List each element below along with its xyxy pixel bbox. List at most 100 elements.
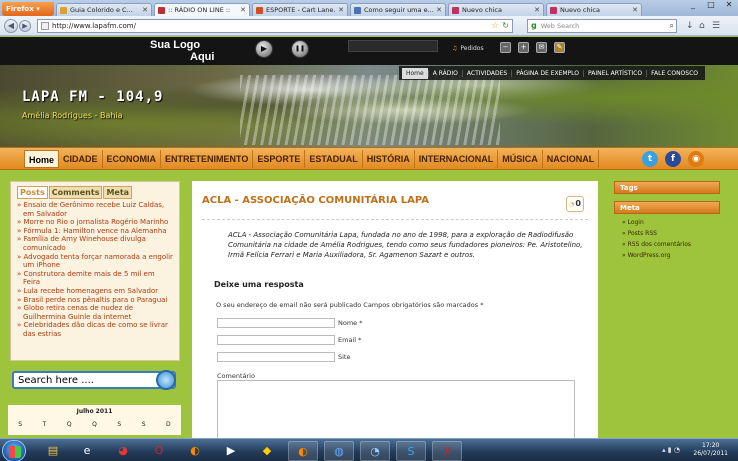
top-menu-item[interactable]: Home bbox=[402, 67, 428, 79]
tab-close-icon[interactable]: ✕ bbox=[142, 6, 148, 14]
main-menu-item[interactable]: ENTRETENIMENTO bbox=[161, 150, 254, 168]
top-menu-item[interactable]: FALE CONOSCO bbox=[646, 69, 702, 77]
facebook-icon[interactable]: f bbox=[665, 151, 681, 167]
meta-link[interactable]: » Login bbox=[622, 217, 712, 228]
main-menu-item[interactable]: INTERNACIONAL bbox=[415, 150, 499, 168]
sidebar-tab[interactable]: Meta bbox=[103, 186, 133, 199]
main-menu-item[interactable]: Home bbox=[24, 150, 60, 168]
recent-post-link[interactable]: Globo retira cenas de nudez de Guilhermi… bbox=[17, 304, 173, 321]
maximize-icon[interactable]: □ bbox=[702, 0, 720, 12]
rss-icon[interactable]: ◉ bbox=[688, 151, 704, 167]
explorer-taskbar-icon[interactable]: ▤ bbox=[38, 441, 68, 461]
tab-close-icon[interactable]: ✕ bbox=[534, 6, 540, 14]
search-engine-icon[interactable]: g bbox=[531, 21, 537, 30]
tab-close-icon[interactable]: ✕ bbox=[632, 6, 638, 14]
recent-post-link[interactable]: Brasil perde nos pênaltis para o Paragua… bbox=[17, 296, 173, 305]
forward-icon[interactable]: ▶ bbox=[19, 19, 31, 32]
site-title[interactable]: LAPA FM - 104,9 bbox=[22, 89, 163, 105]
browser-tab[interactable]: Nuevo chica ✕ bbox=[448, 3, 544, 16]
comment-textarea[interactable] bbox=[217, 380, 575, 440]
top-menu-item[interactable]: PÁGINA DE EXEMPLO bbox=[511, 69, 583, 77]
taskbar-clock[interactable]: 17:20 26/07/2011 bbox=[693, 442, 728, 458]
media-taskbar-icon[interactable]: ▶ bbox=[216, 441, 246, 461]
firefox-taskbar-icon[interactable]: ◐ bbox=[180, 441, 210, 461]
main-menu-item[interactable]: HISTÓRIA bbox=[363, 150, 415, 168]
post-title[interactable]: ACLA - ASSOCIAÇÃO COMUNITÁRIA LAPA bbox=[202, 195, 429, 206]
reload-icon[interactable]: ↻ bbox=[502, 21, 509, 30]
web-search-input[interactable]: g Web Search ⌕ bbox=[527, 18, 677, 33]
meta-link-label: Login bbox=[627, 219, 644, 226]
site-search-input[interactable]: Search here .... bbox=[12, 370, 176, 390]
recent-post-link[interactable]: Lula recebe homenagens em Salvador bbox=[17, 287, 173, 296]
browser-tab[interactable]: Guia Colorido e C... ✕ bbox=[56, 3, 152, 16]
recent-post-link[interactable]: Família de Amy Winehouse divulga comunic… bbox=[17, 235, 173, 252]
browser-tab[interactable]: Como seguir uma e... ✕ bbox=[350, 3, 446, 16]
recent-post-link[interactable]: Celebridades dão dicas de como se livrar… bbox=[17, 321, 173, 338]
pause-button[interactable]: ❚❚ bbox=[291, 40, 309, 58]
pedidos-link[interactable]: ♫ Pedidos bbox=[452, 45, 484, 52]
tab-close-icon[interactable]: ✕ bbox=[436, 6, 442, 14]
recent-post-link[interactable]: Ensaio de Gerônimo recebe Luiz Caldas, e… bbox=[17, 201, 173, 218]
site-logo-placeholder[interactable]: Sua Logo Aqui bbox=[150, 39, 214, 63]
recent-post-link[interactable]: Morre no Rio o jornalista Rogério Marinh… bbox=[17, 218, 173, 227]
chat-icon[interactable]: ✉ bbox=[536, 42, 547, 53]
main-menu-item[interactable]: MÚSICA bbox=[498, 150, 543, 168]
browser-tab[interactable]: Nuevo chica ✕ bbox=[546, 3, 642, 16]
sidebar-tab[interactable]: Comments bbox=[48, 186, 103, 199]
close-icon[interactable]: ✕ bbox=[720, 0, 738, 12]
firefox-active-taskbar-icon[interactable]: ◐ bbox=[288, 441, 318, 461]
network-taskbar-icon[interactable]: ◍ bbox=[324, 441, 354, 461]
search-icon[interactable] bbox=[156, 370, 176, 390]
main-menu-item[interactable]: CIDADE bbox=[59, 150, 103, 168]
main-menu-item[interactable]: ECONOMIA bbox=[103, 150, 162, 168]
site-search-placeholder: Search here .... bbox=[18, 375, 94, 386]
chat-taskbar-icon[interactable]: ◔ bbox=[360, 441, 390, 461]
main-menu-item[interactable]: ESTADUAL bbox=[305, 150, 363, 168]
meta-link[interactable]: » WordPress.org bbox=[622, 250, 712, 261]
tab-close-icon[interactable]: ✕ bbox=[338, 6, 344, 14]
meta-link[interactable]: » RSS dos comentários bbox=[622, 239, 712, 250]
addon-icon[interactable]: ☰ bbox=[712, 21, 722, 31]
tab-favicon-icon bbox=[158, 6, 165, 14]
firefox-menu-button[interactable]: Firefox ▾ bbox=[2, 2, 54, 16]
recent-post-link[interactable]: Fórmula 1: Hamilton vence na Alemanha bbox=[17, 227, 173, 236]
tab-close-icon[interactable]: ✕ bbox=[240, 6, 246, 14]
stream-progress-bar[interactable] bbox=[348, 40, 438, 52]
top-menu-item[interactable]: ACTIVIDADES bbox=[461, 69, 511, 77]
chrome-taskbar-icon[interactable]: ◕ bbox=[108, 441, 138, 461]
ie-taskbar-icon[interactable]: e bbox=[72, 441, 102, 461]
top-menu-item[interactable]: PAINEL ARTÍSTICO bbox=[583, 69, 646, 77]
site-field[interactable] bbox=[217, 352, 335, 362]
minimize-icon[interactable]: _ bbox=[684, 0, 702, 12]
start-button[interactable] bbox=[2, 440, 26, 461]
recent-post-link[interactable]: Advogado tenta forçar namorada a engolir… bbox=[17, 253, 173, 270]
meta-link[interactable]: » Posts RSS bbox=[622, 228, 712, 239]
address-bar[interactable]: http://www.lapafm.com/ ☆ ↻ bbox=[37, 18, 513, 33]
twitter-icon[interactable]: t bbox=[642, 151, 658, 167]
recent-post-link[interactable]: Construtora demite mais de 5 mil em Feir… bbox=[17, 270, 173, 287]
firefox-menu-label: Firefox bbox=[6, 5, 34, 13]
app-taskbar-icon[interactable]: ◆ bbox=[252, 441, 282, 461]
home-icon[interactable]: ⌂ bbox=[699, 21, 709, 31]
comment-count-badge[interactable]: ◔0 bbox=[566, 196, 584, 212]
excel-taskbar-icon[interactable]: X bbox=[432, 441, 462, 461]
browser-tab[interactable]: :: RÁDIO ON LINE :: ✕ bbox=[154, 3, 250, 16]
settings-icon[interactable]: ✎ bbox=[554, 42, 565, 53]
back-icon[interactable]: ◀ bbox=[4, 18, 18, 33]
skype-taskbar-icon[interactable]: S bbox=[396, 441, 426, 461]
top-menu-item[interactable]: A RÁDIO bbox=[427, 69, 462, 77]
name-field[interactable] bbox=[217, 318, 335, 328]
bookmark-star-icon[interactable]: ☆ bbox=[491, 21, 499, 31]
main-menu-item[interactable]: NACIONAL bbox=[543, 150, 600, 168]
opera-taskbar-icon[interactable]: O bbox=[144, 441, 174, 461]
volume-up-icon[interactable]: + bbox=[518, 42, 529, 53]
download-icon[interactable]: ↓ bbox=[686, 21, 696, 31]
email-field[interactable] bbox=[217, 335, 335, 345]
play-button[interactable]: ▶ bbox=[255, 40, 273, 58]
main-menu-item[interactable]: ESPORTE bbox=[253, 150, 306, 168]
sidebar-tab[interactable]: Posts bbox=[17, 186, 48, 199]
volume-down-icon[interactable]: − bbox=[500, 42, 511, 53]
browser-tab[interactable]: ESPORTE - Cart Lane... ✕ bbox=[252, 3, 348, 16]
calendar-weekday: T bbox=[42, 421, 47, 428]
search-icon[interactable]: ⌕ bbox=[670, 21, 674, 31]
